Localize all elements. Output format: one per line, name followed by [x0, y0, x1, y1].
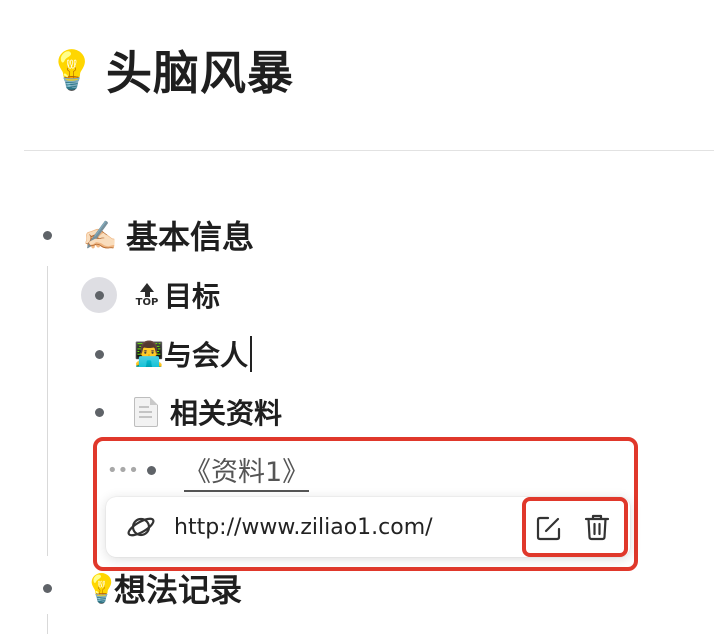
outline-node-label[interactable]: 基本信息: [126, 212, 254, 258]
technologist-icon: 👨‍💻: [134, 340, 164, 368]
bullet-material-link[interactable]: [147, 466, 156, 475]
page-title: 💡 头脑风暴: [48, 30, 294, 110]
outline-node-ideas[interactable]: 💡 想法记录: [84, 566, 242, 610]
page-title-text[interactable]: 头脑风暴: [106, 37, 294, 103]
edit-icon[interactable]: [535, 514, 563, 542]
bullet-goal[interactable]: [95, 291, 104, 300]
bullet-materials[interactable]: [95, 408, 104, 417]
outline-node-label[interactable]: 与会人: [164, 334, 248, 374]
lightbulb-icon: 💡: [84, 571, 119, 605]
link-url[interactable]: http://www.ziliao1.com/: [174, 497, 433, 557]
trash-icon[interactable]: [583, 513, 611, 541]
children-guide-line: [47, 266, 48, 556]
outline-node-basic-info[interactable]: ✍🏻 基本信息: [80, 213, 254, 257]
bullet-ideas[interactable]: [43, 584, 52, 593]
outline-node-label[interactable]: 想法记录: [114, 565, 242, 611]
text-cursor: [250, 336, 253, 372]
outline-node-label[interactable]: 目标: [164, 275, 220, 315]
bullet-basic-info[interactable]: [43, 231, 52, 240]
document-icon: [134, 397, 158, 427]
outline-node-label[interactable]: 相关资料: [170, 392, 282, 432]
outline-node-goal[interactable]: TOP 目标: [134, 275, 220, 315]
outline-node-attendees[interactable]: 👨‍💻 与会人: [134, 334, 253, 374]
drag-handle-icon[interactable]: •••: [107, 462, 139, 480]
outline-node-materials[interactable]: 相关资料: [134, 392, 282, 432]
top-icon: TOP: [134, 280, 160, 310]
writing-hand-icon: ✍🏻: [82, 218, 118, 252]
lightbulb-icon: 💡: [48, 47, 97, 92]
planet-icon: [127, 517, 155, 537]
children-guide-line: [47, 614, 48, 634]
material-link-node[interactable]: 《资料1》: [184, 448, 310, 492]
title-divider: [24, 150, 714, 151]
bullet-attendees[interactable]: [95, 350, 104, 359]
